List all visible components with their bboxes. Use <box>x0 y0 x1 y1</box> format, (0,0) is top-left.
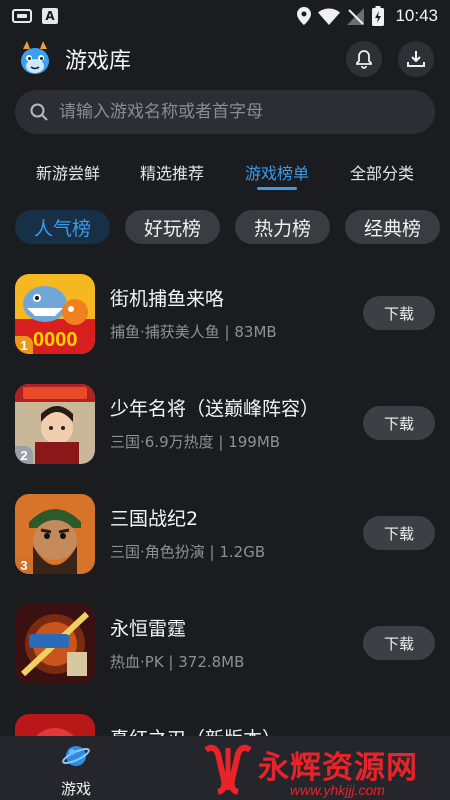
tab-featured[interactable]: 精选推荐 <box>137 160 207 184</box>
downloads-button[interactable] <box>398 41 434 77</box>
game-meta: 三国·6.9万热度 | 199MB <box>110 433 281 451</box>
dragon-mascot-icon <box>21 41 49 74</box>
game-row[interactable]: 永恒雷霆 热血·PK | 372.8MB 下载 <box>0 590 450 700</box>
game-title: 街机捕鱼来咯 <box>110 288 225 310</box>
tab-rankings[interactable]: 游戏榜单 <box>242 160 312 184</box>
game-title: 真红之刃（新版本） <box>110 724 281 736</box>
notification-button[interactable] <box>346 41 382 77</box>
nav-label: 游戏 <box>60 780 91 798</box>
warrior-game-icon: 2 <box>15 384 95 464</box>
download-button[interactable]: 下载 <box>363 516 435 550</box>
game-title: 永恒雷霆 <box>110 618 187 640</box>
wifi-icon <box>318 8 341 25</box>
thunder-game-icon <box>15 604 95 684</box>
rank-badge: 3 <box>15 556 33 574</box>
page-title: 游戏库 <box>65 49 132 74</box>
a-notification-icon: A <box>42 8 58 24</box>
game-row[interactable]: 真红之刃（新版本） <box>0 700 450 736</box>
clock: 10:43 <box>395 6 438 25</box>
general-game-icon: 3 <box>15 494 95 574</box>
chip-fun[interactable]: 好玩榜 <box>125 210 220 244</box>
blade-game-icon <box>15 714 95 736</box>
game-meta: 三国·角色扮演 | 1.2GB <box>110 543 266 561</box>
game-row[interactable]: 3 三国战纪2 三国·角色扮演 | 1.2GB 下载 <box>0 480 450 590</box>
game-title: 三国战纪2 <box>110 508 199 530</box>
planet-icon <box>62 746 90 766</box>
download-button[interactable]: 下载 <box>363 626 435 660</box>
watermark-logo-icon <box>204 744 252 795</box>
watermark-url: www.yhkjjj.com <box>290 782 385 798</box>
game-meta: 热血·PK | 372.8MB <box>110 653 245 671</box>
active-tab-indicator <box>257 187 297 190</box>
app-header: 游戏库 <box>0 36 450 82</box>
battery-charging-icon <box>372 6 385 26</box>
search-icon <box>30 103 48 121</box>
rank-badge: 1 <box>15 336 33 354</box>
category-tabs: 新游尝鲜 精选推荐 游戏榜单 全部分类 <box>0 152 450 192</box>
tab-all-categories[interactable]: 全部分类 <box>347 160 417 184</box>
game-row[interactable]: 0000 1 街机捕鱼来咯 捕鱼·捕获美人鱼 | 83MB 下载 <box>0 260 450 370</box>
download-button[interactable]: 下载 <box>363 296 435 330</box>
app-notification-icon <box>12 9 32 23</box>
chip-classic[interactable]: 经典榜 <box>345 210 440 244</box>
chip-popular[interactable]: 人气榜 <box>15 210 110 244</box>
rank-badge: 2 <box>15 446 33 464</box>
search-input[interactable] <box>59 102 421 122</box>
status-bar: A 10:43 <box>0 0 450 32</box>
game-meta: 捕鱼·捕获美人鱼 | 83MB <box>110 323 277 341</box>
no-signal-icon <box>347 7 365 25</box>
download-tray-icon <box>407 51 425 67</box>
game-row[interactable]: 2 少年名将（送巅峰阵容） 三国·6.9万热度 | 199MB 下载 <box>0 370 450 480</box>
watermark-text: 永辉资源网 <box>258 750 418 786</box>
game-list: 0000 1 街机捕鱼来咯 捕鱼·捕获美人鱼 | 83MB 下载 2 少年名将（… <box>0 260 450 736</box>
search-bar[interactable] <box>15 90 435 134</box>
tab-new-games[interactable]: 新游尝鲜 <box>33 160 103 184</box>
ranking-chips: 人气榜 好玩榜 热力榜 经典榜 <box>0 208 450 246</box>
svg-text:0000: 0000 <box>33 329 78 351</box>
download-button[interactable]: 下载 <box>363 406 435 440</box>
nav-item-games[interactable]: 游戏 <box>48 742 104 799</box>
watermark: 永辉资源网 www.yhkjjj.com <box>200 738 450 800</box>
game-title: 少年名将（送巅峰阵容） <box>110 398 320 420</box>
location-icon <box>297 7 312 25</box>
chip-hot[interactable]: 热力榜 <box>235 210 330 244</box>
bell-icon <box>356 50 372 69</box>
fishing-game-icon: 0000 1 <box>15 274 95 354</box>
